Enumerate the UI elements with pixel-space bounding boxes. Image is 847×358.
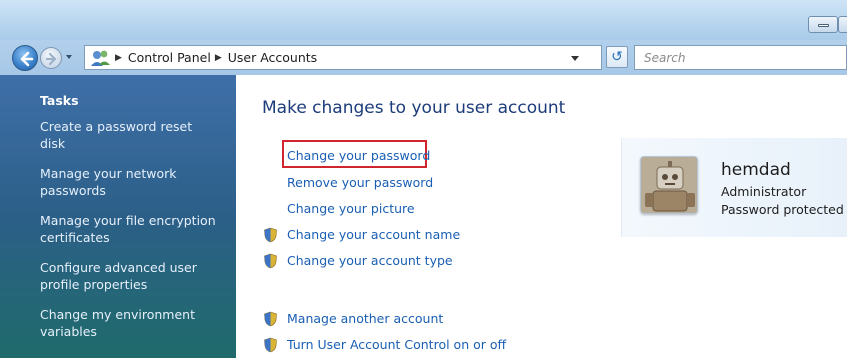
user-avatar-picture bbox=[640, 156, 698, 214]
remove-password-link[interactable]: Remove your password bbox=[287, 175, 433, 190]
window-title-bar bbox=[0, 0, 847, 40]
change-account-name-link[interactable]: Change your account name bbox=[287, 227, 460, 242]
breadcrumb-user-accounts[interactable]: User Accounts bbox=[228, 50, 317, 65]
task-create-password-reset-disk[interactable]: Create a password reset disk bbox=[40, 118, 220, 152]
tasks-title: Tasks bbox=[40, 93, 79, 108]
uac-shield-icon bbox=[264, 311, 277, 327]
search-input[interactable]: Search bbox=[634, 45, 847, 70]
minimize-button[interactable] bbox=[808, 16, 838, 33]
user-role: Administrator bbox=[721, 184, 807, 199]
task-change-environment-variables[interactable]: Change my environment variables bbox=[40, 306, 220, 340]
recent-pages-dropdown[interactable] bbox=[66, 55, 72, 59]
maximize-button[interactable] bbox=[838, 16, 847, 33]
task-manage-file-encryption-certificates[interactable]: Manage your file encryption certificates bbox=[40, 212, 220, 246]
manage-another-account-link[interactable]: Manage another account bbox=[287, 311, 443, 326]
uac-shield-icon bbox=[264, 253, 277, 269]
user-password-status: Password protected bbox=[721, 202, 844, 217]
forward-button[interactable] bbox=[40, 47, 62, 69]
change-password-link[interactable]: Change your password bbox=[287, 148, 430, 163]
uac-shield-icon bbox=[264, 337, 277, 353]
page-title: Make changes to your user account bbox=[262, 98, 566, 118]
user-account-card: hemdad Administrator Password protected bbox=[621, 138, 847, 237]
user-accounts-icon bbox=[89, 48, 111, 68]
main-content: Make changes to your user account Change… bbox=[236, 75, 847, 358]
breadcrumb-control-panel[interactable]: Control Panel bbox=[128, 50, 211, 65]
task-manage-network-passwords[interactable]: Manage your network passwords bbox=[40, 165, 220, 199]
address-bar[interactable]: ▶ Control Panel ▶ User Accounts bbox=[84, 45, 602, 70]
change-account-type-link[interactable]: Change your account type bbox=[287, 253, 453, 268]
breadcrumb-separator-icon: ▶ bbox=[115, 52, 122, 63]
navigation-bar: ▶ Control Panel ▶ User Accounts ↺ Search bbox=[0, 40, 847, 75]
task-configure-advanced-profile-properties[interactable]: Configure advanced user profile properti… bbox=[40, 259, 220, 293]
tasks-pane: Tasks Create a password reset disk Manag… bbox=[0, 75, 236, 358]
forward-arrow-icon bbox=[45, 52, 57, 66]
breadcrumb-separator-icon: ▶ bbox=[214, 52, 222, 63]
uac-shield-icon bbox=[264, 227, 277, 243]
turn-uac-on-off-link[interactable]: Turn User Account Control on or off bbox=[287, 337, 506, 352]
change-picture-link[interactable]: Change your picture bbox=[287, 201, 415, 216]
refresh-button[interactable]: ↺ bbox=[606, 46, 628, 68]
minimize-icon bbox=[818, 24, 829, 27]
address-dropdown-icon[interactable] bbox=[571, 56, 579, 61]
back-arrow-icon bbox=[20, 51, 34, 67]
back-button[interactable] bbox=[12, 45, 38, 71]
user-name: hemdad bbox=[721, 160, 791, 180]
refresh-icon: ↺ bbox=[611, 49, 623, 65]
